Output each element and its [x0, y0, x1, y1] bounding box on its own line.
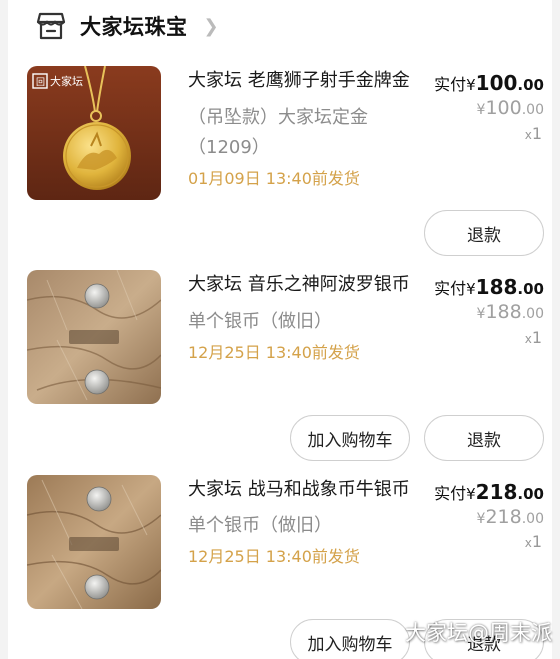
product-spec: 单个银币（做旧） [188, 515, 332, 536]
chevron-right-icon: ❯ [203, 15, 219, 37]
quantity: x1 [524, 328, 542, 347]
add-to-cart-button[interactable]: 加入购物车 [290, 619, 410, 659]
product-title[interactable]: 大家坛 老鹰狮子射手金牌金 [188, 68, 420, 94]
shipping-deadline: 12月25日 13:40前发货 [188, 547, 360, 566]
product-spec: （吊坠款）大家坛定金（1209） [188, 107, 368, 158]
shipping-deadline: 12月25日 13:40前发货 [188, 343, 360, 362]
quantity: x1 [524, 124, 542, 143]
shop-header[interactable]: 大家坛珠宝 ❯ [36, 8, 219, 44]
original-price: ¥100.00 [476, 97, 544, 119]
refund-button[interactable]: 退款 [424, 210, 544, 256]
original-price: ¥218.00 [476, 506, 544, 528]
product-thumbnail[interactable]: 回 大家坛 [27, 66, 161, 200]
store-icon [36, 12, 66, 40]
thumbnail-logo-text: 大家坛 [50, 74, 83, 88]
shop-name: 大家坛珠宝 [80, 15, 188, 39]
svg-text:回: 回 [36, 77, 45, 88]
product-title[interactable]: 大家坛 战马和战象币牛银币 [188, 477, 420, 503]
product-thumbnail[interactable] [27, 270, 161, 404]
watermark: 大家坛@周末派 [405, 621, 552, 645]
refund-button[interactable]: 退款 [424, 415, 544, 461]
product-spec: 单个银币（做旧） [188, 311, 332, 332]
product-thumbnail[interactable] [27, 475, 161, 609]
quantity: x1 [524, 532, 542, 551]
original-price: ¥188.00 [476, 301, 544, 323]
add-to-cart-button[interactable]: 加入购物车 [290, 415, 410, 461]
order-card: 大家坛珠宝 ❯ 回 大家坛 大家坛 老鹰狮子射手金牌金 （吊坠款）大家坛定金（1… [8, 0, 552, 659]
shipping-deadline: 01月09日 13:40前发货 [188, 169, 360, 188]
product-title[interactable]: 大家坛 音乐之神阿波罗银币 [188, 272, 420, 298]
